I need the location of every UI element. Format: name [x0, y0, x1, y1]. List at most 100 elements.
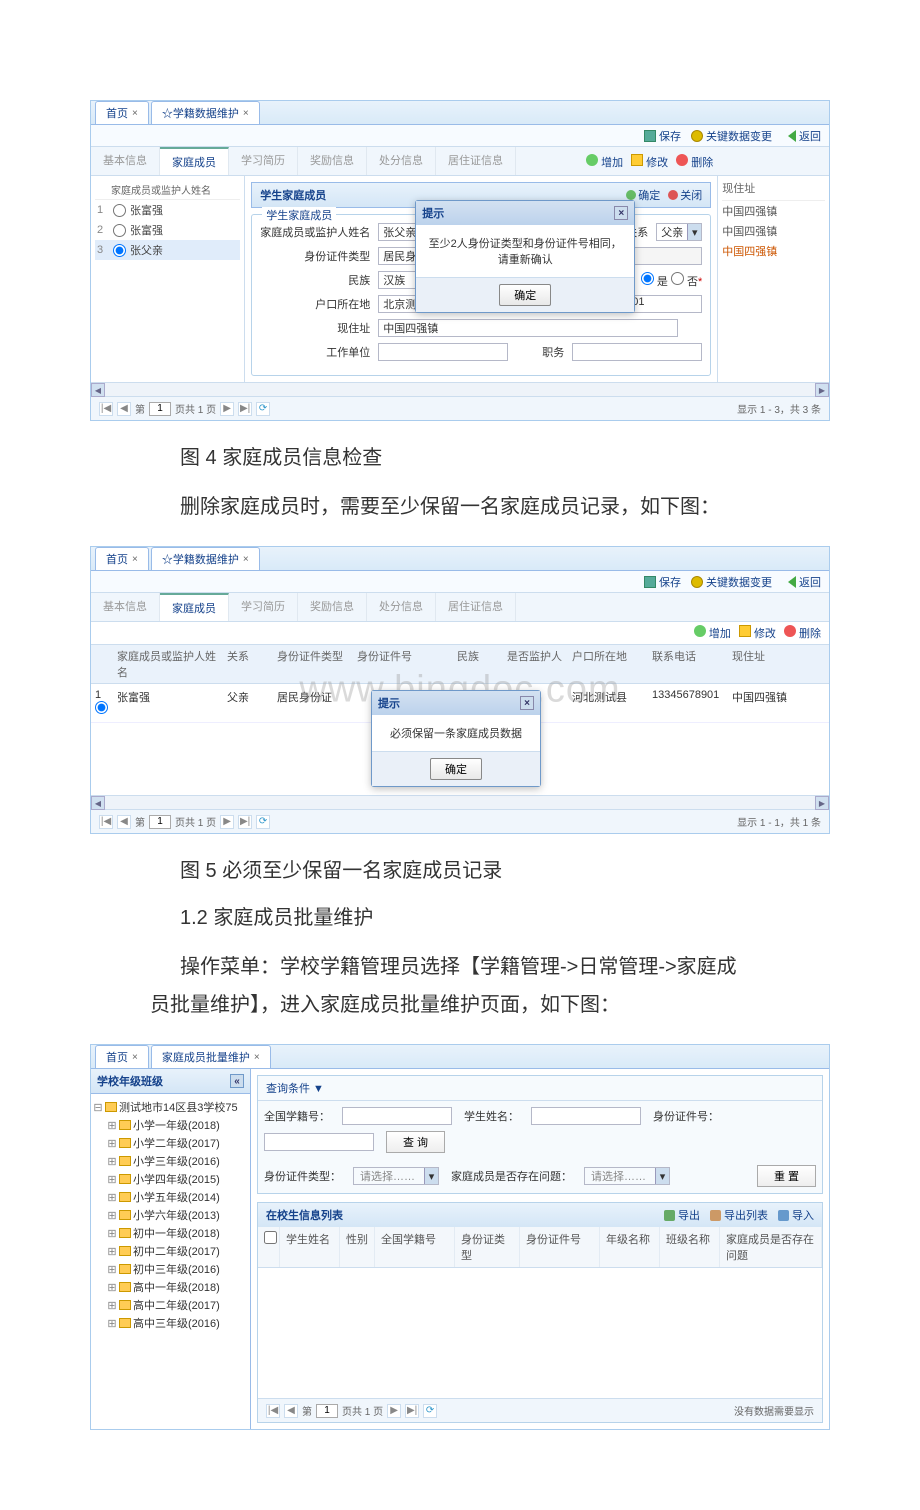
reset-button[interactable]: 重 置: [757, 1165, 816, 1187]
scroll-left-icon[interactable]: ◀: [91, 383, 105, 397]
tab-record[interactable]: ☆学籍数据维护×: [151, 101, 260, 124]
prev-page-button[interactable]: ◀: [284, 1404, 298, 1418]
save-button[interactable]: 保存: [644, 574, 681, 590]
tab-batch[interactable]: 家庭成员批量维护×: [151, 1045, 271, 1068]
tree-node[interactable]: ⊞小学一年级(2018): [93, 1116, 248, 1134]
row-radio[interactable]: [113, 224, 126, 237]
back-button[interactable]: 返回: [782, 574, 821, 590]
search-button[interactable]: 查 询: [386, 1131, 445, 1153]
subtab-family[interactable]: 家庭成员: [160, 147, 229, 175]
subtab-study[interactable]: 学习简历: [229, 147, 298, 175]
dialog-close-button[interactable]: ×: [520, 696, 534, 710]
guardian-no-radio[interactable]: [671, 272, 684, 285]
dialog-ok-button[interactable]: 确定: [499, 284, 551, 306]
row-radio[interactable]: [113, 204, 126, 217]
first-page-button[interactable]: |◀: [99, 402, 113, 416]
dialog-close-button[interactable]: ×: [614, 206, 628, 220]
save-button[interactable]: 保存: [644, 128, 681, 144]
back-button[interactable]: 返回: [782, 128, 821, 144]
tree-node[interactable]: ⊞小学四年级(2015): [93, 1170, 248, 1188]
dialog-ok-button[interactable]: 确定: [430, 758, 482, 780]
next-page-button[interactable]: ▶: [220, 402, 234, 416]
h-scrollbar[interactable]: ◀ ▶: [91, 795, 829, 809]
last-page-button[interactable]: ▶|: [238, 402, 252, 416]
relation-select[interactable]: 父亲▾: [656, 223, 702, 241]
close-button[interactable]: 关闭: [668, 187, 702, 203]
refresh-button[interactable]: ⟳: [423, 1404, 437, 1418]
first-page-button[interactable]: |◀: [266, 1404, 280, 1418]
addr-input[interactable]: 中国四强镇: [378, 319, 678, 337]
tree-node[interactable]: ⊞高中三年级(2016): [93, 1314, 248, 1332]
tree-node[interactable]: ⊞小学二年级(2017): [93, 1134, 248, 1152]
search-title[interactable]: 查询条件 ▼: [258, 1076, 822, 1101]
tab-home[interactable]: 首页×: [95, 101, 149, 124]
keychange-button[interactable]: 关键数据变更: [691, 128, 772, 144]
h-scrollbar[interactable]: ◀ ▶: [91, 382, 829, 396]
edit-button[interactable]: 修改: [739, 625, 776, 641]
tab-home[interactable]: 首页×: [95, 1045, 149, 1068]
subtab-family[interactable]: 家庭成员: [160, 593, 229, 621]
tree-node[interactable]: ⊞初中二年级(2017): [93, 1242, 248, 1260]
edit-button[interactable]: 修改: [631, 154, 668, 170]
tree-node[interactable]: ⊞小学六年级(2013): [93, 1206, 248, 1224]
list-item[interactable]: 1张富强: [95, 200, 240, 220]
tree-node[interactable]: ⊞高中二年级(2017): [93, 1296, 248, 1314]
refresh-button[interactable]: ⟳: [256, 402, 270, 416]
problem-select[interactable]: 请选择……▾: [584, 1167, 670, 1185]
guardian-yes-radio[interactable]: [641, 272, 654, 285]
tree-node[interactable]: ⊞高中一年级(2018): [93, 1278, 248, 1296]
page-input[interactable]: [149, 815, 171, 829]
close-icon[interactable]: ×: [254, 1052, 260, 1063]
job-input[interactable]: [572, 343, 702, 361]
scroll-right-icon[interactable]: ▶: [815, 383, 829, 397]
subtab-penalty[interactable]: 处分信息: [367, 147, 436, 175]
subtab-penalty[interactable]: 处分信息: [367, 593, 436, 621]
prev-page-button[interactable]: ◀: [117, 402, 131, 416]
list-item[interactable]: 3张父亲: [95, 240, 240, 260]
idno-input[interactable]: [264, 1133, 374, 1151]
add-button[interactable]: 增加: [694, 625, 731, 641]
last-page-button[interactable]: ▶|: [405, 1404, 419, 1418]
subtab-basic[interactable]: 基本信息: [91, 147, 160, 175]
page-input[interactable]: [149, 402, 171, 416]
name-input[interactable]: [531, 1107, 641, 1125]
next-page-button[interactable]: ▶: [220, 815, 234, 829]
next-page-button[interactable]: ▶: [387, 1404, 401, 1418]
subtab-study[interactable]: 学习简历: [229, 593, 298, 621]
keychange-button[interactable]: 关键数据变更: [691, 574, 772, 590]
tree-node[interactable]: ⊞初中一年级(2018): [93, 1224, 248, 1242]
tab-record[interactable]: ☆学籍数据维护×: [151, 547, 260, 570]
subtab-award[interactable]: 奖励信息: [298, 147, 367, 175]
close-icon[interactable]: ×: [243, 108, 249, 119]
close-icon[interactable]: ×: [132, 108, 138, 119]
idtype-select[interactable]: 请选择……▾: [353, 1167, 439, 1185]
prev-page-button[interactable]: ◀: [117, 815, 131, 829]
tree-node[interactable]: ⊞初中三年级(2016): [93, 1260, 248, 1278]
first-page-button[interactable]: |◀: [99, 815, 113, 829]
last-page-button[interactable]: ▶|: [238, 815, 252, 829]
tree-root[interactable]: ⊟测试地市14区县3学校75: [93, 1098, 248, 1116]
scroll-right-icon[interactable]: ▶: [815, 796, 829, 810]
subtab-basic[interactable]: 基本信息: [91, 593, 160, 621]
export-button[interactable]: 导出: [664, 1207, 700, 1223]
row-radio[interactable]: [113, 244, 126, 257]
row-radio[interactable]: [95, 701, 108, 714]
export-list-button[interactable]: 导出列表: [710, 1207, 768, 1223]
page-input[interactable]: [316, 1404, 338, 1418]
close-icon[interactable]: ×: [132, 1052, 138, 1063]
collapse-button[interactable]: «: [230, 1074, 244, 1088]
subtab-residence[interactable]: 居住证信息: [436, 147, 516, 175]
close-icon[interactable]: ×: [132, 554, 138, 565]
unit-input[interactable]: [378, 343, 508, 361]
subtab-award[interactable]: 奖励信息: [298, 593, 367, 621]
tree-node[interactable]: ⊞小学五年级(2014): [93, 1188, 248, 1206]
delete-button[interactable]: 删除: [784, 625, 821, 641]
refresh-button[interactable]: ⟳: [256, 815, 270, 829]
close-icon[interactable]: ×: [243, 554, 249, 565]
tab-home[interactable]: 首页×: [95, 547, 149, 570]
scroll-left-icon[interactable]: ◀: [91, 796, 105, 810]
add-button[interactable]: 增加: [586, 154, 623, 170]
import-button[interactable]: 导入: [778, 1207, 814, 1223]
delete-button[interactable]: 删除: [676, 154, 713, 170]
list-item[interactable]: 2张富强: [95, 220, 240, 240]
